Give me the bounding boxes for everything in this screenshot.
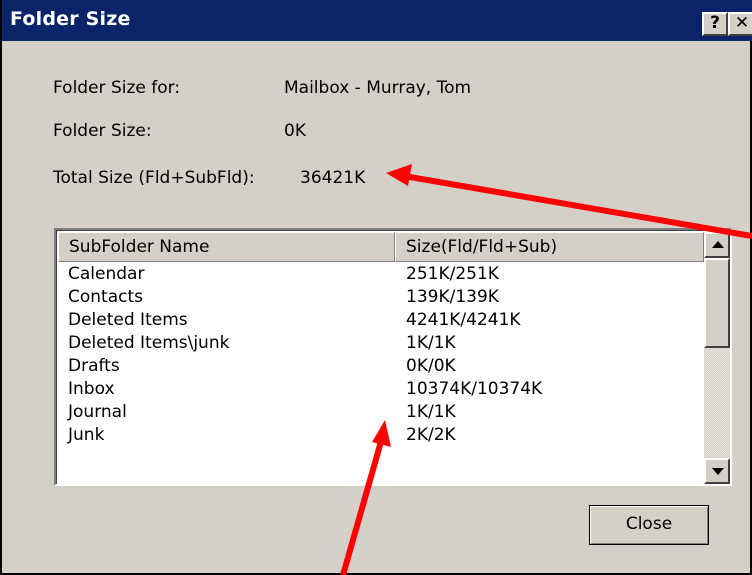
folder-size-dialog: Folder Size ? ✕ Folder Size for: Mailbox… [0, 0, 752, 575]
total-size-label: Total Size (Fld+SubFld): [53, 168, 255, 188]
folder-size-for-value: Mailbox - Murray, Tom [284, 78, 472, 98]
subfolder-size: 2K/2K [406, 425, 456, 445]
subfolder-size: 1K/1K [406, 402, 456, 422]
list-item[interactable]: Inbox 10374K/10374K [58, 378, 704, 401]
subfolder-name: Inbox [68, 379, 115, 399]
subfolder-size: 1K/1K [406, 333, 456, 353]
help-button[interactable]: ? [702, 12, 728, 36]
title-close-button[interactable]: ✕ [728, 12, 752, 36]
subfolder-name: Drafts [68, 356, 120, 376]
list-item[interactable]: Calendar 251K/251K [58, 263, 704, 286]
subfolder-name: Calendar [68, 264, 145, 284]
subfolder-name: Junk [68, 425, 105, 445]
subfolder-size: 139K/139K [406, 287, 499, 307]
arrow-down-icon [712, 468, 724, 475]
subfolder-size: 0K/0K [406, 356, 456, 376]
column-header-size[interactable]: Size(Fld/Fld+Sub) [395, 232, 704, 262]
close-button[interactable]: Close [589, 505, 709, 545]
list-item[interactable]: Deleted Items\junk 1K/1K [58, 332, 704, 355]
subfolder-name: Deleted Items [68, 310, 188, 330]
folder-size-for-label: Folder Size for: [53, 78, 181, 98]
scroll-down-button[interactable] [704, 458, 730, 484]
subfolder-name: Contacts [68, 287, 143, 307]
column-header-subfolder-name[interactable]: SubFolder Name [58, 232, 395, 262]
folder-size-value: 0K [284, 121, 306, 141]
total-size-value: 36421K [300, 168, 366, 188]
subfolder-size: 251K/251K [406, 264, 499, 284]
subfolder-size: 10374K/10374K [406, 379, 543, 399]
list-item[interactable]: Journal 1K/1K [58, 401, 704, 424]
arrow-up-icon [712, 241, 724, 248]
subfolder-name: Deleted Items\junk [68, 333, 230, 353]
list-item[interactable]: Contacts 139K/139K [58, 286, 704, 309]
vertical-scrollbar[interactable] [704, 232, 730, 484]
title-bar[interactable]: Folder Size ? ✕ [2, 0, 752, 41]
scroll-thumb[interactable] [704, 258, 730, 348]
subfolder-list[interactable]: SubFolder Name Size(Fld/Fld+Sub) Calenda… [54, 228, 732, 486]
dialog-title: Folder Size [10, 8, 131, 30]
folder-size-label: Folder Size: [53, 121, 152, 141]
subfolder-size: 4241K/4241K [406, 310, 521, 330]
list-item[interactable]: Drafts 0K/0K [58, 355, 704, 378]
list-item[interactable]: Deleted Items 4241K/4241K [58, 309, 704, 332]
subfolder-name: Journal [68, 402, 127, 422]
scroll-up-button[interactable] [704, 232, 730, 258]
list-item[interactable]: Junk 2K/2K [58, 424, 704, 447]
